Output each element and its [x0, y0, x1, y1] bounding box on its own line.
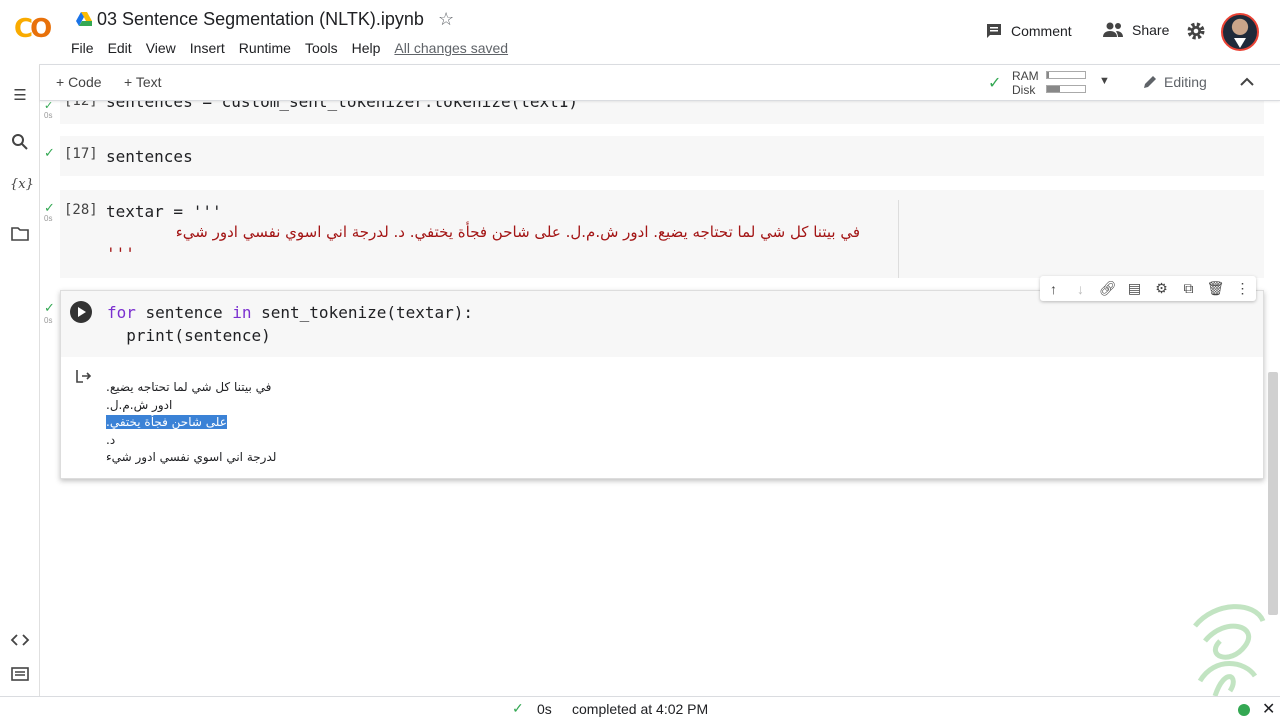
- run-duration: 0s: [44, 214, 53, 223]
- user-avatar[interactable]: [1221, 13, 1259, 51]
- cell-code-line[interactable]: for sentence in sent_tokenize(textar):: [107, 303, 473, 322]
- comment-label: Comment: [1011, 23, 1072, 39]
- execution-count: [17]: [64, 146, 98, 162]
- notebook-toolbar: + Code + Text ✓ RAM Disk ▼ Editing: [40, 64, 1280, 101]
- scrollbar[interactable]: [1268, 372, 1278, 615]
- ruler-line: [898, 200, 899, 278]
- people-icon: [1103, 22, 1123, 37]
- top-bar: CO 03 Sentence Segmentation (NLTK).ipynb…: [0, 0, 1280, 64]
- notebook-title[interactable]: 03 Sentence Segmentation (NLTK).ipynb: [97, 9, 424, 30]
- cell-code[interactable]: sentences = custom_sent_tokenizer.tokeni…: [106, 101, 578, 111]
- editing-label: Editing: [1164, 74, 1207, 90]
- output-line: د.: [106, 432, 116, 447]
- run-duration: 0s: [44, 111, 53, 120]
- run-duration: 0s: [44, 316, 53, 325]
- run-status-check-icon: ✓: [44, 145, 55, 160]
- cell-output: في بيتنا كل شي لما تحتاجه يضيع. ادور ش.م…: [106, 379, 276, 467]
- disk-label: Disk: [1012, 83, 1036, 97]
- status-check-icon: ✓: [512, 700, 524, 716]
- resource-monitor[interactable]: RAM Disk: [1012, 69, 1039, 97]
- selected-text: على شاحن فجأة يختفي.: [106, 415, 227, 429]
- keyword-in: in: [232, 303, 252, 322]
- share-button[interactable]: Share: [1102, 22, 1169, 38]
- settings-gear-icon[interactable]: [1186, 21, 1206, 41]
- cell-code-line[interactable]: print(sentence): [107, 326, 271, 345]
- run-cell-button[interactable]: [70, 301, 92, 323]
- string-close: ''': [106, 244, 135, 263]
- code-cell[interactable]: [17] sentences: [60, 136, 1264, 176]
- add-code-button[interactable]: + Code: [56, 74, 102, 90]
- output-line: على شاحن فجأة يختفي.: [106, 414, 276, 432]
- more-vert-icon[interactable]: ⋮: [1233, 280, 1253, 297]
- left-sidebar: ☰ {x}: [0, 64, 40, 696]
- output-line: ادور ش.م.ل.: [106, 397, 173, 412]
- keyword-for: for: [107, 303, 136, 322]
- comment-cell-icon[interactable]: ▤: [1125, 280, 1145, 297]
- folder-icon[interactable]: [10, 224, 30, 244]
- save-status[interactable]: All changes saved: [394, 40, 508, 56]
- menu-runtime[interactable]: Runtime: [239, 40, 291, 56]
- cell-settings-gear-icon[interactable]: ⚙: [1152, 280, 1172, 297]
- disk-bar: [1046, 85, 1086, 93]
- cell-code-line[interactable]: textar = ''': [106, 202, 222, 221]
- drive-icon: [76, 12, 92, 26]
- execution-count: [12]: [64, 101, 98, 109]
- link-icon[interactable]: 🔗︎: [1098, 280, 1118, 297]
- close-icon[interactable]: ✕: [1262, 699, 1275, 719]
- menu-help[interactable]: Help: [352, 40, 381, 56]
- move-up-icon[interactable]: ↑: [1044, 281, 1064, 297]
- runtime-status-dot: [1238, 704, 1250, 716]
- code-var: sentence: [135, 303, 233, 322]
- terminal-icon[interactable]: [10, 664, 30, 684]
- menu-file[interactable]: File: [71, 40, 94, 56]
- add-text-button[interactable]: + Text: [124, 74, 162, 90]
- colab-logo[interactable]: CO: [14, 14, 52, 44]
- status-completed: completed at 4:02 PM: [572, 701, 709, 717]
- ram-bar: [1046, 71, 1086, 79]
- execution-count: [28]: [64, 202, 98, 218]
- code-assign: textar = ''': [106, 202, 222, 221]
- search-icon[interactable]: [10, 132, 30, 152]
- move-down-icon[interactable]: ↓: [1071, 281, 1091, 297]
- status-bar: ✓ 0s completed at 4:02 PM ✕: [0, 696, 1280, 720]
- menu-tools[interactable]: Tools: [305, 40, 338, 56]
- code-snippets-icon[interactable]: [10, 630, 30, 650]
- disk-bar-fill: [1047, 86, 1061, 92]
- active-code-cell[interactable]: for sentence in sent_tokenize(textar): p…: [60, 290, 1264, 479]
- channel-watermark-logo: [1193, 604, 1266, 697]
- code-rest: sent_tokenize(textar):: [251, 303, 474, 322]
- cell-code[interactable]: sentences: [106, 147, 193, 166]
- share-label: Share: [1132, 22, 1170, 38]
- connected-check-icon: ✓: [988, 75, 1002, 92]
- mirror-cell-icon[interactable]: ⧉: [1179, 280, 1199, 297]
- status-duration: 0s: [537, 701, 552, 717]
- table-of-contents-icon[interactable]: ☰: [10, 86, 30, 106]
- pencil-icon: [1144, 76, 1156, 88]
- menu-bar: File Edit View Insert Runtime Tools Help…: [71, 40, 522, 56]
- output-line: لدرجة اني اسوي نفسي ادور شيء: [106, 450, 277, 464]
- output-line: في بيتنا كل شي لما تحتاجه يضيع.: [106, 380, 272, 394]
- resource-dropdown-icon[interactable]: ▼: [1099, 75, 1110, 87]
- arabic-string-literal[interactable]: في بيتنا كل شي لما تحتاجه يضيع. ادور ش.م…: [106, 223, 860, 241]
- menu-view[interactable]: View: [146, 40, 176, 56]
- chevron-up-icon[interactable]: [1240, 77, 1254, 87]
- ram-label: RAM: [1012, 69, 1039, 83]
- run-status-check-icon: ✓: [44, 300, 55, 315]
- comment-icon: [987, 24, 1001, 38]
- ram-bar-fill: [1047, 72, 1049, 78]
- output-action-icon[interactable]: [74, 367, 92, 385]
- delete-trash-icon[interactable]: 🗑︎: [1206, 280, 1226, 297]
- code-cell[interactable]: [12] sentences = custom_sent_tokenizer.t…: [60, 101, 1264, 124]
- comment-button[interactable]: Comment: [985, 22, 1072, 40]
- menu-insert[interactable]: Insert: [190, 40, 225, 56]
- cell-toolbar: ↑ ↓ 🔗︎ ▤ ⚙ ⧉ 🗑︎ ⋮: [1040, 276, 1256, 301]
- menu-edit[interactable]: Edit: [108, 40, 132, 56]
- star-icon[interactable]: ☆: [438, 9, 454, 30]
- variables-icon[interactable]: {x}: [10, 177, 34, 197]
- editing-mode-button[interactable]: Editing: [1142, 74, 1207, 90]
- code-cell[interactable]: [28] textar = ''' في بيتنا كل شي لما تحت…: [60, 190, 1264, 278]
